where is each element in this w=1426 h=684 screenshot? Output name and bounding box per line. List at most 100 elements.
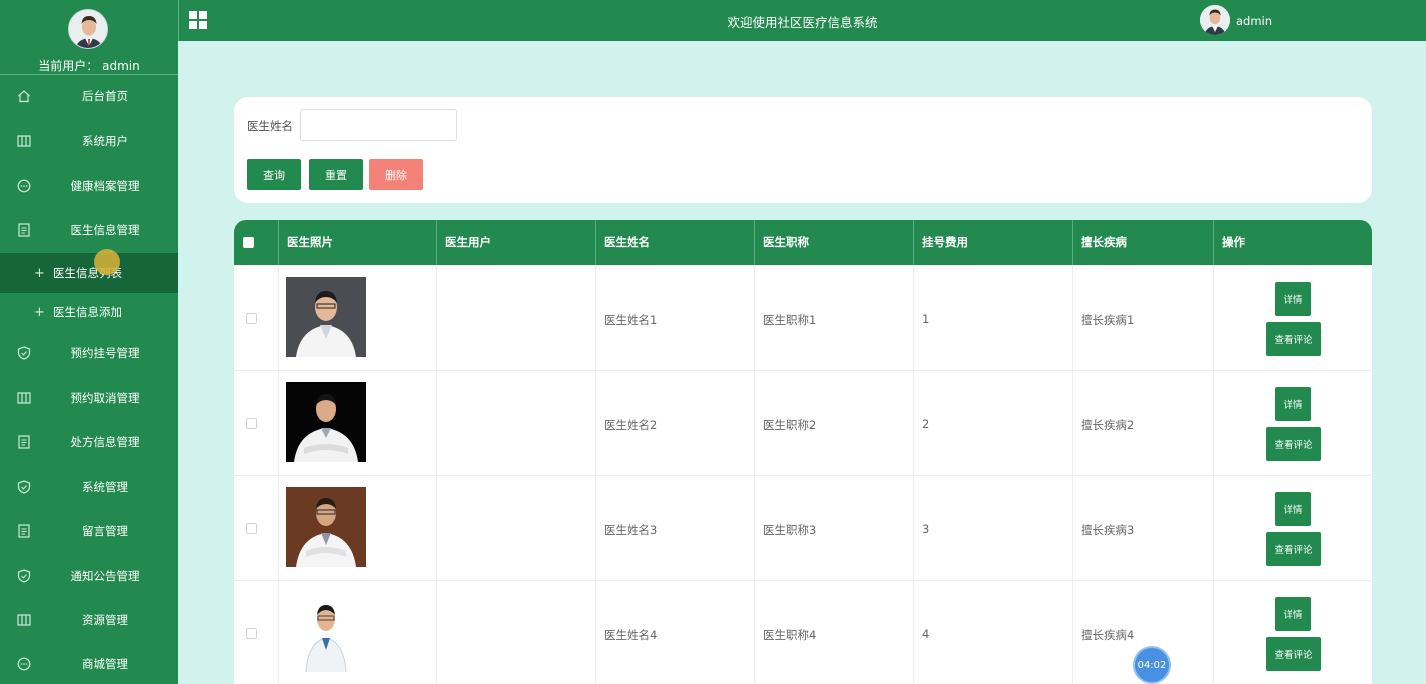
doctor-title: 医生职称2	[763, 418, 817, 432]
detail-button[interactable]: 详情	[1275, 282, 1311, 316]
menu-item-label: 医生信息管理	[70, 223, 140, 237]
reset-button[interactable]: 重置	[309, 159, 363, 190]
current-user-prefix: 当前用户：	[38, 59, 99, 73]
title-cell: 医生职称1	[754, 266, 913, 371]
plus-icon: +	[34, 265, 45, 281]
columns-icon	[17, 135, 31, 147]
specialty: 擅长疾病4	[1081, 628, 1135, 642]
menu-item-health-records[interactable]: 健康档案管理	[0, 166, 178, 206]
specialty-cell: 擅长疾病1	[1072, 266, 1213, 371]
name-cell: 医生姓名4	[595, 581, 754, 684]
doctor-title: 医生职称4	[763, 628, 817, 642]
detail-button[interactable]: 详情	[1275, 492, 1311, 526]
view-comments-button[interactable]: 查看评论	[1266, 637, 1321, 671]
header-fee: 挂号费用	[913, 220, 1072, 265]
menu-item-label: 通知公告管理	[70, 569, 140, 583]
header-select-cell	[234, 220, 278, 265]
menu-item-doctor-info[interactable]: 医生信息管理	[0, 210, 178, 250]
menu-item-label: 留言管理	[82, 524, 128, 538]
title-cell: 医生职称3	[754, 476, 913, 581]
menu-item-messages[interactable]: 留言管理	[0, 511, 178, 551]
avatar[interactable]	[68, 9, 108, 49]
name-cell: 医生姓名2	[595, 371, 754, 476]
delete-button[interactable]: 删除	[369, 159, 423, 190]
shield-icon	[17, 569, 31, 583]
query-button[interactable]: 查询	[247, 159, 301, 190]
doctor-photo	[286, 592, 366, 672]
table-header: 医生照片 医生用户 医生姓名 医生职称 挂号费用 擅长疾病 操作	[234, 220, 1372, 265]
photo-cell	[278, 266, 436, 371]
select-cell	[234, 266, 278, 371]
row-checkbox[interactable]	[246, 523, 257, 534]
menu-item-label: 预约取消管理	[70, 391, 140, 405]
shield-icon	[17, 346, 31, 360]
table-row: 医生姓名1 医生职称1 1 擅长疾病1 详情 查看评论	[234, 266, 1372, 371]
doctor-photo	[286, 277, 366, 357]
header-user: 医生用户	[436, 220, 595, 265]
doctor-title: 医生职称1	[763, 313, 817, 327]
registration-fee: 1	[922, 312, 930, 326]
top-username[interactable]: admin	[1236, 14, 1272, 28]
menu-item-label: 健康档案管理	[70, 179, 140, 193]
menu-item-resources[interactable]: 资源管理	[0, 600, 178, 640]
row-checkbox[interactable]	[246, 313, 257, 324]
registration-fee: 2	[922, 417, 930, 431]
current-username: admin	[102, 59, 140, 73]
name-cell: 医生姓名1	[595, 266, 754, 371]
fee-cell: 3	[913, 476, 1072, 581]
actions-cell: 详情 查看评论	[1213, 581, 1372, 684]
top-avatar[interactable]	[1200, 5, 1230, 35]
detail-button[interactable]: 详情	[1275, 387, 1311, 421]
user-cell	[436, 476, 595, 581]
submenu-item-doctor-list[interactable]: + 医生信息列表	[0, 253, 178, 293]
row-checkbox[interactable]	[246, 628, 257, 639]
row-checkbox[interactable]	[246, 418, 257, 429]
menu-item-system-settings[interactable]: 系统管理	[0, 467, 178, 507]
menu-item-home[interactable]: 后台首页	[0, 76, 178, 116]
document-icon	[18, 524, 30, 538]
menu-item-label: 资源管理	[82, 613, 128, 627]
menu-item-shop[interactable]: 商城管理	[0, 644, 178, 684]
submenu-item-doctor-add[interactable]: + 医生信息添加	[0, 292, 178, 332]
specialty-cell: 擅长疾病2	[1072, 371, 1213, 476]
photo-cell	[278, 581, 436, 684]
fee-cell: 1	[913, 266, 1072, 371]
view-comments-button[interactable]: 查看评论	[1266, 322, 1321, 356]
specialty: 擅长疾病1	[1081, 313, 1135, 327]
doctor-title: 医生职称3	[763, 523, 817, 537]
doctor-photo	[286, 487, 366, 567]
select-cell	[234, 581, 278, 684]
menu-item-announcements[interactable]: 通知公告管理	[0, 556, 178, 596]
doctor-name: 医生姓名3	[604, 523, 658, 537]
header-photo: 医生照片	[278, 220, 436, 265]
title-cell: 医生职称4	[754, 581, 913, 684]
menu-item-cancellations[interactable]: 预约取消管理	[0, 378, 178, 418]
view-comments-button[interactable]: 查看评论	[1266, 427, 1321, 461]
select-all-checkbox[interactable]	[243, 237, 254, 248]
actions-cell: 详情 查看评论	[1213, 371, 1372, 476]
doctor-name-input[interactable]	[300, 109, 457, 141]
menu-item-system-users[interactable]: 系统用户	[0, 121, 178, 161]
chat-icon	[17, 179, 31, 193]
registration-fee: 4	[922, 627, 930, 641]
doctor-name: 医生姓名2	[604, 418, 658, 432]
menu-item-label: 系统管理	[82, 480, 128, 494]
sidebar-profile: 当前用户： admin	[0, 0, 178, 75]
menu-item-appointments[interactable]: 预约挂号管理	[0, 333, 178, 373]
detail-button[interactable]: 详情	[1275, 597, 1311, 631]
submenu-item-label: 医生信息添加	[53, 305, 122, 319]
recording-timer-badge[interactable]: 04:02	[1135, 648, 1169, 682]
menu-item-label: 系统用户	[82, 134, 128, 148]
menu-item-prescriptions[interactable]: 处方信息管理	[0, 422, 178, 462]
document-icon	[18, 435, 30, 449]
columns-icon	[17, 392, 31, 404]
name-cell: 医生姓名3	[595, 476, 754, 581]
doctor-name: 医生姓名1	[604, 313, 658, 327]
menu-item-label: 处方信息管理	[70, 435, 140, 449]
chat-icon	[17, 657, 31, 671]
doctor-table: 医生照片 医生用户 医生姓名 医生职称 挂号费用 擅长疾病 操作 医生姓名1 医…	[234, 220, 1372, 684]
search-panel: 医生姓名 查询 重置 删除	[234, 97, 1372, 203]
shield-icon	[17, 480, 31, 494]
photo-cell	[278, 476, 436, 581]
view-comments-button[interactable]: 查看评论	[1266, 532, 1321, 566]
